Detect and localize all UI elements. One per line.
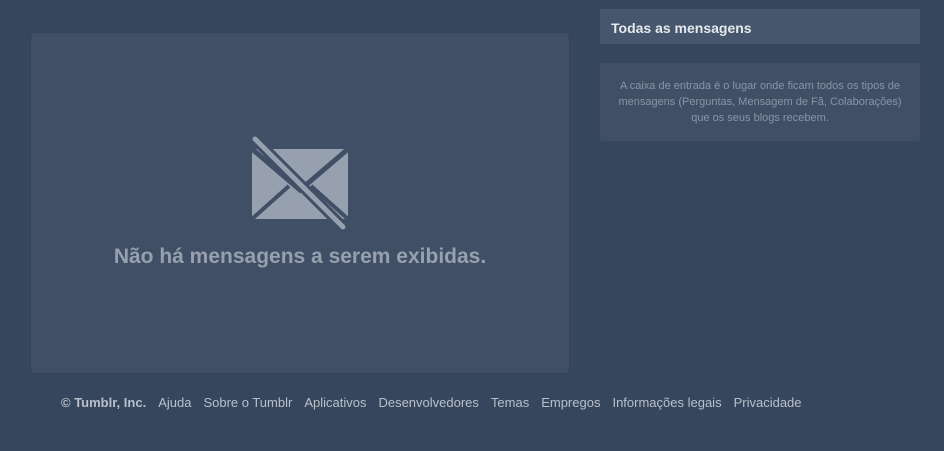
empty-state-message: Não há mensagens a serem exibidas. bbox=[113, 245, 487, 268]
footer: © Tumblr, Inc. Ajuda Sobre o Tumblr Apli… bbox=[61, 395, 814, 410]
inbox-info-text: A caixa de entrada é o lugar onde ficam … bbox=[618, 80, 902, 124]
footer-copyright: © Tumblr, Inc. bbox=[61, 395, 147, 410]
footer-link-about[interactable]: Sobre o Tumblr bbox=[203, 395, 292, 410]
sidebar-info-box: A caixa de entrada é o lugar onde ficam … bbox=[600, 63, 920, 141]
footer-link-privacy[interactable]: Privacidade bbox=[734, 395, 802, 410]
sidebar-header-label: Todas as mensagens bbox=[611, 20, 752, 36]
footer-link-legal[interactable]: Informações legais bbox=[612, 395, 721, 410]
sidebar-all-messages-header[interactable]: Todas as mensagens bbox=[600, 9, 920, 44]
crossed-out-envelope-icon bbox=[250, 135, 350, 231]
footer-link-apps[interactable]: Aplicativos bbox=[304, 395, 366, 410]
footer-link-jobs[interactable]: Empregos bbox=[541, 395, 600, 410]
footer-link-developers[interactable]: Desenvolvedores bbox=[378, 395, 478, 410]
footer-link-help[interactable]: Ajuda bbox=[158, 395, 191, 410]
footer-link-themes[interactable]: Temas bbox=[491, 395, 529, 410]
